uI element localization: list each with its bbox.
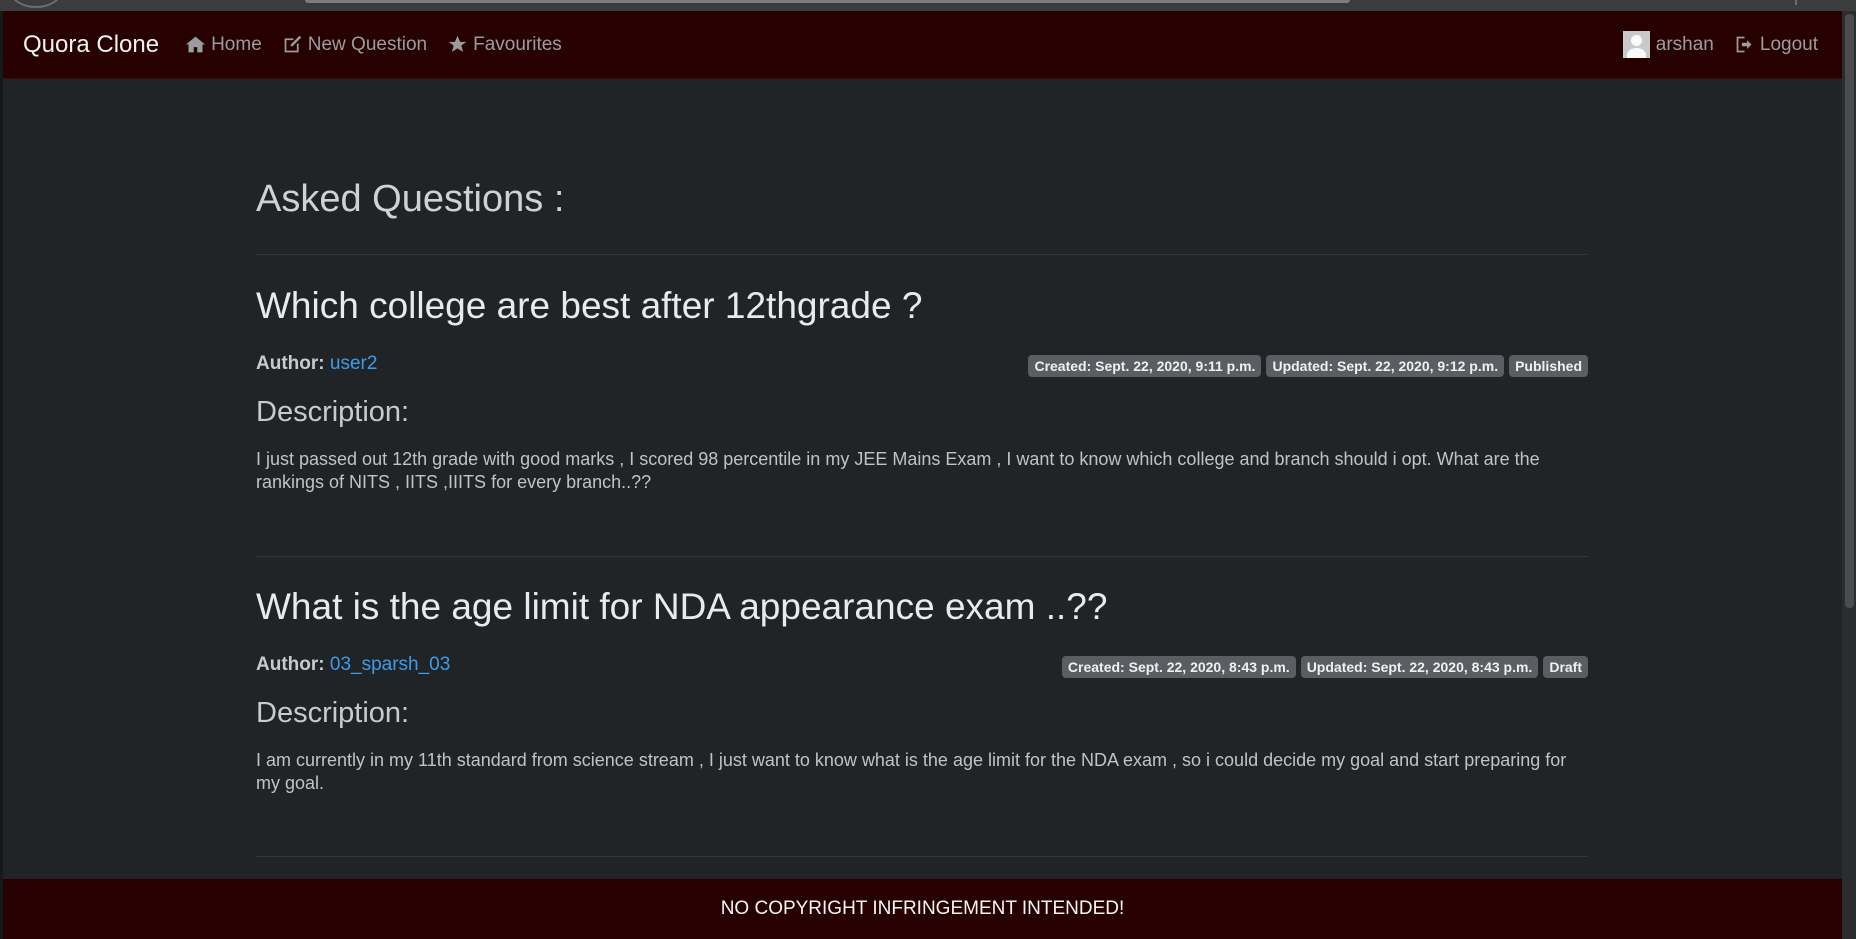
question-meta: Author: user2 Created: Sept. 22, 2020, 9… — [256, 353, 1588, 379]
created-badge: Created: Sept. 22, 2020, 9:11 p.m. — [1028, 355, 1262, 377]
divider — [256, 556, 1588, 557]
author-link[interactable]: 03_sparsh_03 — [330, 654, 450, 675]
nav-new-question-label: New Question — [307, 33, 428, 55]
nav-favourites-label: Favourites — [473, 33, 562, 55]
nav-links: Home New Question Favourites — [185, 34, 582, 56]
question-badges: Created: Sept. 22, 2020, 8:43 p.m. Updat… — [1057, 656, 1588, 678]
status-badge: Published — [1509, 355, 1588, 377]
question-author: Author: user2 — [256, 353, 377, 375]
browser-address-bar — [305, 0, 1350, 3]
question-author: Author: 03_sparsh_03 — [256, 654, 450, 676]
logout-label: Logout — [1759, 33, 1818, 55]
user-name: arshan — [1655, 33, 1714, 55]
page-scrollbar-thumb[interactable] — [1845, 14, 1854, 608]
author-label: Author: — [256, 654, 325, 675]
nav-user-area: arshan Logout — [1603, 31, 1818, 58]
question-title[interactable]: Which college are best after 12thgrade ? — [256, 285, 1588, 327]
nav-favourites-link[interactable]: Favourites — [447, 34, 562, 56]
description-text: I am currently in my 11th standard from … — [256, 750, 1567, 793]
brand-link[interactable]: Quora Clone — [23, 31, 159, 59]
created-badge: Created: Sept. 22, 2020, 8:43 p.m. — [1061, 656, 1296, 678]
browser-tab-circle — [10, 0, 62, 8]
edit-icon — [284, 35, 302, 53]
footer-text: NO COPYRIGHT INFRINGEMENT INTENDED! — [720, 898, 1125, 919]
divider — [256, 856, 1588, 857]
question-card: What is the age limit for NDA appearance… — [256, 586, 1588, 793]
user-avatar-icon — [1622, 31, 1650, 58]
description-text: I just passed out 12th grade with good m… — [256, 449, 1540, 492]
home-icon — [185, 36, 206, 53]
browser-tick — [1795, 0, 1797, 5]
status-badge: Draft — [1543, 656, 1588, 678]
footer: NO COPYRIGHT INFRINGEMENT INTENDED! — [3, 879, 1842, 939]
updated-badge: Updated: Sept. 22, 2020, 8:43 p.m. — [1300, 656, 1539, 678]
author-link[interactable]: user2 — [330, 353, 378, 374]
description-label: Description: — [256, 396, 410, 428]
nav-home-link[interactable]: Home — [185, 34, 262, 56]
user-profile-link[interactable]: arshan — [1622, 31, 1714, 58]
question-badges: Created: Sept. 22, 2020, 9:11 p.m. Updat… — [1023, 355, 1588, 377]
nav-home-label: Home — [211, 33, 262, 55]
logout-link[interactable]: Logout — [1734, 34, 1818, 56]
browser-top-strip — [0, 0, 1856, 11]
star-icon — [448, 35, 467, 52]
logout-icon — [1736, 36, 1752, 53]
nav-new-question-link[interactable]: New Question — [282, 34, 427, 56]
updated-badge: Updated: Sept. 22, 2020, 9:12 p.m. — [1266, 355, 1505, 377]
window-left-edge — [0, 11, 3, 939]
author-label: Author: — [256, 353, 325, 374]
question-meta: Author: 03_sparsh_03 Created: Sept. 22, … — [256, 654, 1588, 680]
divider — [256, 254, 1588, 255]
description-label: Description: — [256, 697, 410, 729]
page-title: Asked Questions : — [256, 178, 565, 220]
question-card: Which college are best after 12thgrade ?… — [256, 285, 1588, 492]
question-title[interactable]: What is the age limit for NDA appearance… — [256, 586, 1588, 628]
navbar: Quora Clone Home New Question Favourites… — [3, 11, 1842, 79]
